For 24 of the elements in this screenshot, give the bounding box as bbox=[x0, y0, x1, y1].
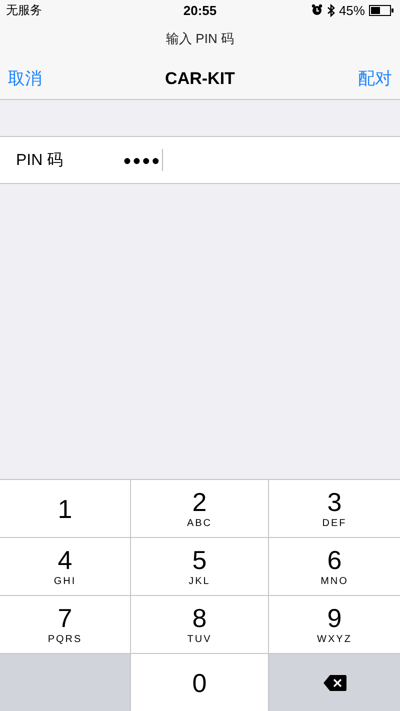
keypad-key[interactable]: 1 bbox=[0, 480, 130, 537]
keypad-key[interactable]: 5 JKL bbox=[131, 538, 268, 595]
backspace-icon bbox=[322, 674, 346, 692]
keypad-key[interactable]: 9 WXYZ bbox=[269, 596, 400, 653]
pin-dots: ●●●● bbox=[123, 152, 161, 168]
pin-field[interactable]: PIN 码 ●●●● bbox=[0, 136, 400, 184]
status-time: 20:55 bbox=[183, 2, 217, 18]
delete-key[interactable] bbox=[269, 654, 400, 711]
keypad-key[interactable]: 7 PQRS bbox=[0, 596, 130, 653]
field-label: PIN 码 bbox=[16, 150, 64, 170]
keypad-key[interactable]: 2 ABC bbox=[131, 480, 268, 537]
alarm-icon bbox=[310, 4, 323, 16]
keypad-key[interactable]: 3 DEF bbox=[269, 480, 400, 537]
carrier-text: 无服务 bbox=[6, 2, 42, 18]
bluetooth-icon bbox=[326, 4, 335, 16]
battery-percent: 45% bbox=[338, 2, 365, 18]
keypad-key[interactable]: 6 MNO bbox=[269, 538, 400, 595]
nav-title: CAR-KIT bbox=[165, 68, 235, 88]
keypad-key[interactable]: 8 TUV bbox=[131, 596, 268, 653]
battery-icon bbox=[368, 4, 394, 16]
keypad-key[interactable]: 0 bbox=[131, 654, 268, 711]
text-cursor bbox=[162, 149, 163, 171]
prompt-text: 输入 PIN 码 bbox=[166, 30, 234, 48]
keypad-key[interactable]: 4 GHI bbox=[0, 538, 130, 595]
